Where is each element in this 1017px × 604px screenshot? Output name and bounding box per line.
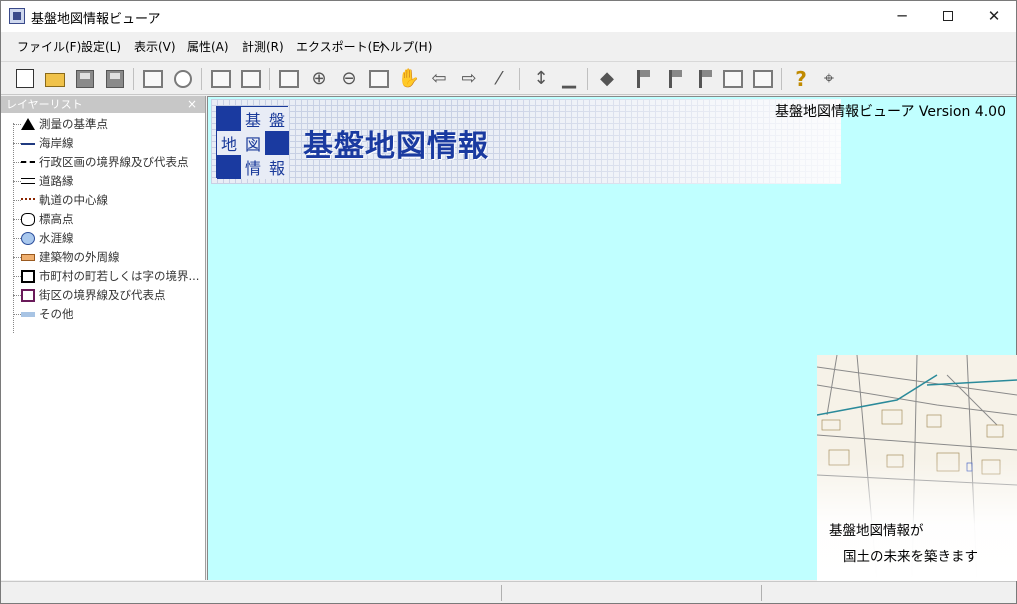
save-icon[interactable] [73, 67, 97, 91]
promo-tagline-2: 国土の未来を築きます [843, 549, 978, 565]
window-title: 基盤地図情報ビューア [31, 12, 161, 27]
menu-view[interactable]: 表示(V) [134, 38, 176, 55]
waterline-icon [21, 232, 35, 245]
print-icon[interactable] [141, 67, 165, 91]
menu-help[interactable]: ヘルプ(H) [378, 38, 432, 55]
status-field [501, 585, 502, 601]
layer-item[interactable]: 標高点 [1, 210, 205, 229]
promo-map-image: 基盤地図情報が 国土の未来を築きます [817, 355, 1017, 581]
context-help-icon[interactable]: ⌖ [817, 67, 841, 91]
elevation-point-icon [21, 213, 35, 226]
version-label: 基盤地図情報ビューア Version 4.00 [775, 104, 1006, 120]
flag-alt-icon[interactable] [663, 67, 687, 91]
measure-icon[interactable]: ⁄ [487, 67, 511, 91]
export-icon[interactable] [751, 67, 775, 91]
layer-item[interactable]: 軌道の中心線 [1, 191, 205, 210]
app-window: 基盤地図情報ビューア ─ ✕ ファイル(F) 設定(L) 表示(V) 属性(A)… [0, 0, 1017, 604]
town-boundary-icon [21, 270, 35, 283]
splash-title: 基盤地図情報 [303, 129, 489, 164]
splash-banner: 基 盤 地 図 情 報 基盤地図情報 [211, 99, 841, 184]
status-bar [1, 581, 1016, 603]
minimize-button[interactable]: ─ [879, 1, 925, 32]
map-canvas[interactable]: 基 盤 地 図 情 報 基盤地図情報 基盤地図情報ビューア Version 4.… [207, 96, 1017, 581]
pan-hand-icon[interactable]: ✋ [397, 67, 421, 91]
layer-item[interactable]: 海岸線 [1, 134, 205, 153]
admin-boundary-icon [21, 161, 35, 163]
layer-item[interactable]: 測量の基準点 [1, 115, 205, 134]
flag-icon[interactable] [631, 67, 655, 91]
ruler-icon[interactable]: ▁ [557, 67, 581, 91]
next-view-icon[interactable]: ⇨ [457, 67, 481, 91]
zoom-in-icon[interactable]: ⊕ [307, 67, 331, 91]
open-folder-icon[interactable] [43, 67, 67, 91]
layer-item[interactable]: 行政区画の境界線及び代表点 [1, 153, 205, 172]
status-field [761, 585, 762, 601]
triangle-point-icon [21, 118, 35, 130]
scale-icon[interactable]: ↕ [529, 67, 553, 91]
new-document-icon[interactable] [13, 67, 37, 91]
maximize-button[interactable] [925, 1, 971, 32]
close-button[interactable]: ✕ [971, 1, 1017, 32]
menu-bar: ファイル(F) 設定(L) 表示(V) 属性(A) 計測(R) エクスポート(E… [1, 32, 1016, 60]
display-settings-icon[interactable] [239, 67, 263, 91]
menu-file[interactable]: ファイル(F) [17, 38, 81, 55]
app-icon [9, 8, 25, 24]
layer-item[interactable]: 街区の境界線及び代表点 [1, 286, 205, 305]
other-icon [21, 312, 35, 317]
layer-list-title: レイヤーリスト [6, 98, 83, 111]
block-boundary-icon [21, 289, 35, 302]
title-bar: 基盤地図情報ビューア ─ ✕ [1, 1, 1016, 32]
promo-tagline-1: 基盤地図情報が [829, 523, 924, 539]
toolbar: ⊕ ⊖ ✋ ⇦ ⇨ ⁄ ↕ ▁ ◆ ? ⌖ [1, 61, 1016, 95]
layer-item[interactable]: その他 [1, 305, 205, 324]
layer-item[interactable]: 建築物の外周線 [1, 248, 205, 267]
menu-settings[interactable]: 設定(L) [81, 38, 121, 55]
menu-attribute[interactable]: 属性(A) [187, 38, 229, 55]
previous-view-icon[interactable]: ⇦ [427, 67, 451, 91]
layer-item[interactable]: 市町村の町若しくは字の境界... [1, 267, 205, 286]
save-as-icon[interactable] [103, 67, 127, 91]
railway-icon [21, 198, 35, 202]
layer-tree: 測量の基準点 海岸線 行政区画の境界線及び代表点 道路縁 軌道の中心線 標高点 … [1, 113, 205, 333]
coastline-icon [21, 143, 35, 145]
layer-properties-icon[interactable] [209, 67, 233, 91]
zoom-window-icon[interactable] [367, 67, 391, 91]
panel-close-icon[interactable]: × [187, 96, 197, 113]
road-edge-icon [21, 178, 35, 184]
layer-item[interactable]: 水涯線 [1, 229, 205, 248]
layer-list-panel: レイヤーリスト × 測量の基準点 海岸線 行政区画の境界線及び代表点 道路縁 軌… [1, 96, 206, 580]
full-extent-icon[interactable] [277, 67, 301, 91]
zoom-out-icon[interactable]: ⊖ [337, 67, 361, 91]
menu-export[interactable]: エクスポート(E) [296, 38, 385, 55]
print-preview-icon[interactable] [171, 67, 195, 91]
layer-item[interactable]: 道路縁 [1, 172, 205, 191]
area-icon[interactable] [721, 67, 745, 91]
menu-measure[interactable]: 計測(R) [242, 38, 284, 55]
layer-list-header: レイヤーリスト × [1, 96, 205, 113]
building-icon [21, 254, 35, 261]
eraser-icon[interactable]: ◆ [595, 67, 619, 91]
flag-marker-icon[interactable] [693, 67, 717, 91]
logo: 基 盤 地 図 情 報 [216, 106, 289, 179]
help-icon[interactable]: ? [789, 67, 813, 91]
